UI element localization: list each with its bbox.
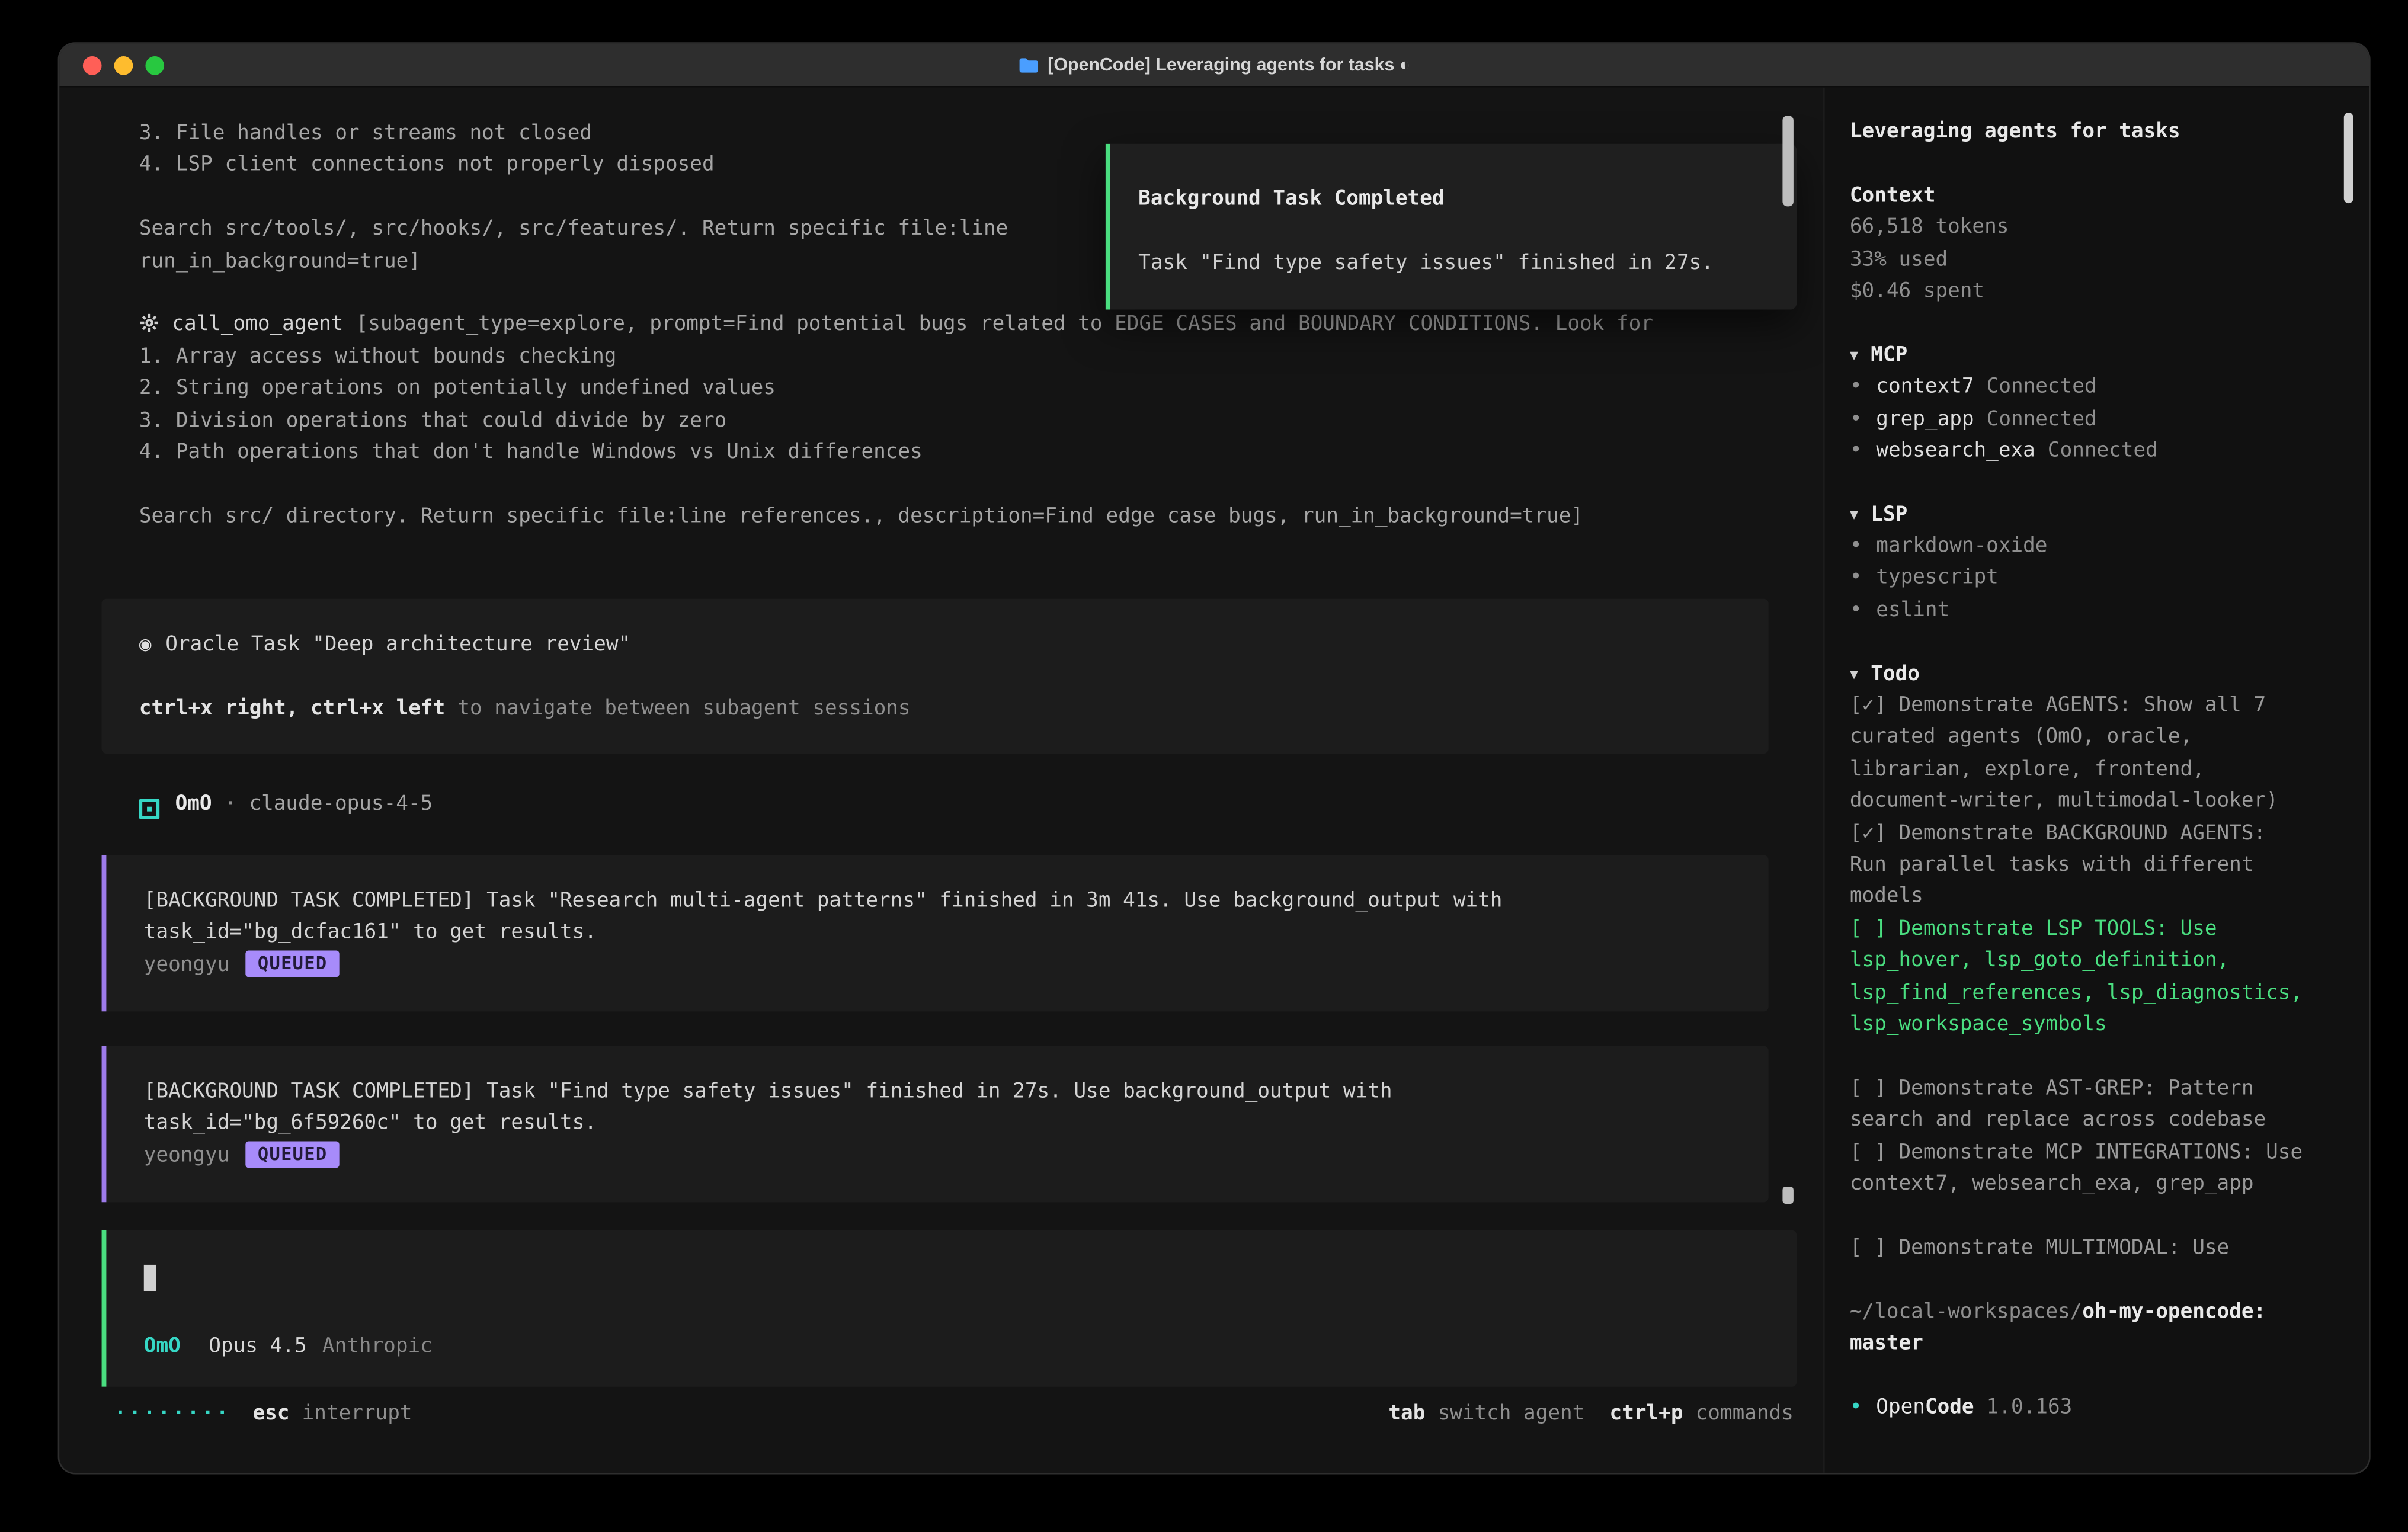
log-line: 2. String operations on potentially unde… (139, 374, 1776, 406)
input-agent-label: OmO (144, 1335, 181, 1359)
ctrlp-key-label: commands (1696, 1402, 1794, 1425)
scrollbar-thumb[interactable] (1782, 116, 1793, 206)
opencode-version: •OpenCode1.0.163 (1850, 1393, 2307, 1425)
background-task-message: [BACKGROUND TASK COMPLETED] Task "Find t… (102, 1046, 1769, 1202)
oracle-icon: ◉ (139, 633, 152, 657)
log-line: 4. Path operations that don't handle Win… (139, 438, 1776, 470)
scrollbar-thumb[interactable] (1782, 1187, 1793, 1204)
lsp-section-header[interactable]: ▼LSP (1850, 500, 2307, 532)
oracle-task-panel[interactable]: ◉Oracle Task "Deep architecture review" … (102, 599, 1769, 754)
bullet-icon: • (1850, 1396, 1862, 1419)
log-line: 1. Array access without bounds checking (139, 342, 1776, 374)
message-author: yeongyu (144, 953, 230, 977)
todo-item: [ ] Demonstrate MCP INTEGRATIONS: Use co… (1850, 1137, 2307, 1201)
input-model-label: Opus 4.5 (209, 1335, 306, 1359)
bullet-icon: • (1850, 567, 1862, 591)
todo-item: [ ] Demonstrate LSP TOOLS: Use lsp_hover… (1850, 914, 2307, 1041)
todo-item: [✓] Demonstrate AGENTS: Show all 7 curat… (1850, 691, 2307, 819)
esc-key-label: interrupt (302, 1402, 412, 1425)
context-tokens: 66,518 tokens (1850, 213, 2307, 245)
window-title: [OpenCode] Leveraging agents for tasks ◐ (1048, 56, 1410, 75)
text-cursor (144, 1265, 156, 1291)
tool-call-line: call_omo_agent [subagent_type=explore, pr… (139, 310, 1776, 342)
notification-title: Background Task Completed (1138, 184, 1797, 216)
session-title: Leveraging agents for tasks (1850, 117, 2307, 149)
lsp-item: •eslint (1850, 595, 2307, 627)
context-heading: Context (1850, 181, 2307, 213)
mcp-item: •context7Connected (1850, 372, 2307, 404)
window-title-area: [OpenCode] Leveraging agents for tasks ◐ (59, 44, 2369, 86)
folder-icon (1018, 56, 1038, 73)
oracle-hint-text: to navigate between subagent sessions (457, 697, 910, 720)
queued-badge: QUEUED (245, 950, 340, 977)
tab-key-hint: tab (1388, 1402, 1425, 1425)
mcp-section-header[interactable]: ▼MCP (1850, 341, 2307, 373)
bullet-icon: • (1850, 535, 1862, 559)
desktop: [OpenCode] Leveraging agents for tasks ◐… (0, 0, 2408, 1532)
todo-section-header[interactable]: ▼Todo (1850, 659, 2307, 691)
bullet-icon: • (1850, 598, 1862, 622)
notification-body: Task "Find type safety issues" finished … (1138, 248, 1797, 280)
workspace-path: ~/local-workspaces/oh-my-opencode: maste… (1850, 1297, 2307, 1361)
message-author: yeongyu (144, 1144, 230, 1168)
input-provider-label: Anthropic (322, 1335, 433, 1359)
message-text: [BACKGROUND TASK COMPLETED] Task "Resear… (144, 886, 1731, 918)
queued-badge: QUEUED (245, 1141, 340, 1168)
lsp-item: •typescript (1850, 563, 2307, 595)
mcp-item: •websearch_exaConnected (1850, 436, 2307, 468)
gear-icon (139, 313, 159, 345)
main-scrollbar[interactable] (1782, 88, 1793, 1473)
message-text: task_id="bg_6f59260c" to get results. (144, 1109, 1731, 1141)
agent-header: OmO · claude-opus-4-5 (139, 790, 433, 822)
context-used: 33% used (1850, 245, 2307, 277)
mcp-item: •grep_appConnected (1850, 404, 2307, 436)
titlebar[interactable]: [OpenCode] Leveraging agents for tasks ◐ (59, 44, 2369, 88)
todo-item: [ ] Demonstrate MULTIMODAL: Use (1850, 1233, 2307, 1265)
background-task-message: [BACKGROUND TASK COMPLETED] Task "Resear… (102, 855, 1769, 1012)
sidebar: Leveraging agents for tasks Context 66,5… (1823, 88, 2369, 1473)
log-line: Search src/ directory. Return specific f… (139, 501, 1776, 533)
bullet-icon: • (1850, 439, 1862, 463)
oracle-heading: Oracle Task "Deep architecture review" (165, 633, 630, 657)
todo-item: [ ] Demonstrate AST-GREP: Pattern search… (1850, 1074, 2307, 1138)
terminal-main-pane[interactable]: 3. File handles or streams not closed 4.… (59, 88, 1823, 1473)
agent-separator: · (225, 793, 237, 816)
status-bar: ········ esc interrupt tab switch agent … (59, 1398, 1823, 1430)
oracle-hint-keys: ctrl+x right, ctrl+x left (139, 697, 445, 720)
background-task-notification: Background Task Completed Task "Find typ… (1106, 144, 1797, 310)
bullet-icon: • (1850, 407, 1862, 431)
message-text: [BACKGROUND TASK COMPLETED] Task "Find t… (144, 1077, 1731, 1109)
tool-call-name: call_omo_agent (172, 313, 343, 337)
tool-call-args: [subagent_type=explore, prompt=Find pote… (356, 313, 1653, 337)
ctrlp-key-hint: ctrl+p (1610, 1402, 1683, 1425)
esc-key-hint: esc (253, 1402, 290, 1425)
message-text: task_id="bg_dcfac161" to get results. (144, 918, 1731, 950)
spinner-dots: ········ (114, 1402, 231, 1425)
chevron-down-icon: ▼ (1850, 508, 1858, 523)
todo-item: [✓] Demonstrate BACKGROUND AGENTS: Run p… (1850, 819, 2307, 915)
agent-name: OmO (175, 793, 212, 816)
omo-agent-icon (139, 799, 159, 819)
app-window: [OpenCode] Leveraging agents for tasks ◐… (58, 42, 2371, 1474)
chevron-down-icon: ▼ (1850, 667, 1858, 682)
scrollbar-thumb[interactable] (2344, 113, 2353, 203)
sidebar-scrollbar[interactable] (2344, 88, 2353, 1473)
chevron-down-icon: ▼ (1850, 348, 1858, 364)
agent-model: claude-opus-4-5 (249, 793, 433, 816)
context-spent: $0.46 spent (1850, 277, 2307, 309)
lsp-item: •markdown-oxide (1850, 531, 2307, 563)
prompt-input[interactable]: OmO Opus 4.5 Anthropic (102, 1230, 1797, 1387)
tab-key-label: switch agent (1437, 1402, 1584, 1425)
log-line: 3. Division operations that could divide… (139, 406, 1776, 438)
bullet-icon: • (1850, 376, 1862, 399)
